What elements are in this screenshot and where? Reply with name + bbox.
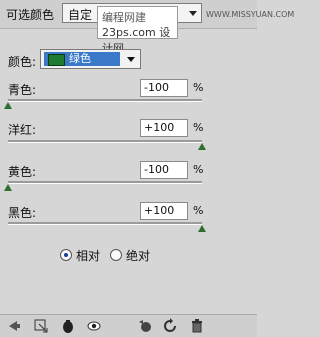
color-swatch — [48, 54, 65, 66]
yellow-label: 黄色: — [8, 165, 37, 179]
panel-toolbar — [0, 314, 257, 337]
relative-radio[interactable] — [60, 249, 72, 261]
chevron-down-icon — [189, 11, 197, 16]
cyan-slider-track[interactable] — [8, 99, 202, 102]
visibility-eye-icon[interactable] — [60, 318, 76, 334]
absolute-radio[interactable] — [110, 249, 122, 261]
magenta-slider-track[interactable] — [8, 140, 202, 143]
magenta-label: 洋红: — [8, 123, 37, 137]
preset-value: 自定 — [68, 8, 93, 22]
view-previous-state-icon[interactable] — [137, 318, 153, 334]
watermark-overlay: 编程网建 23ps.com 设计网 — [97, 6, 178, 55]
color-dropdown[interactable]: 绿色 — [40, 49, 141, 69]
black-label: 黑色: — [8, 206, 37, 220]
magenta-slider-handle[interactable] — [198, 143, 206, 150]
color-label: 颜色: — [8, 55, 37, 69]
cyan-input[interactable]: -100 — [140, 79, 188, 97]
cyan-unit: % — [193, 81, 204, 94]
watermark-site: 23ps.com — [102, 26, 156, 39]
corner-watermark-text: WWW.MISSYUAN.COM — [206, 10, 295, 19]
trash-icon[interactable] — [189, 318, 205, 334]
magenta-unit: % — [193, 121, 204, 134]
yellow-input[interactable]: -100 — [140, 161, 188, 179]
watermark-line1: 编程网建 — [102, 11, 146, 24]
chevron-down-icon — [127, 57, 135, 62]
color-dropdown-value: 绿色 — [44, 52, 120, 66]
black-input[interactable]: +100 — [140, 202, 188, 220]
absolute-label: 绝对 — [126, 249, 151, 263]
black-unit: % — [193, 204, 204, 217]
magenta-input[interactable]: +100 — [140, 119, 188, 137]
color-value-text: 绿色 — [69, 52, 91, 65]
panel-title: 可选颜色 — [6, 8, 55, 22]
cyan-slider-handle[interactable] — [4, 102, 12, 109]
reset-icon[interactable] — [162, 318, 178, 334]
black-slider-track[interactable] — [8, 222, 202, 225]
yellow-slider-track[interactable] — [8, 181, 202, 184]
relative-label: 相对 — [76, 249, 101, 263]
eye-icon[interactable] — [86, 318, 102, 334]
clip-layer-icon[interactable] — [33, 318, 49, 334]
yellow-unit: % — [193, 163, 204, 176]
yellow-slider-handle[interactable] — [4, 184, 12, 191]
back-arrow-icon[interactable] — [5, 318, 21, 334]
cyan-label: 青色: — [8, 83, 37, 97]
black-slider-handle[interactable] — [198, 225, 206, 232]
